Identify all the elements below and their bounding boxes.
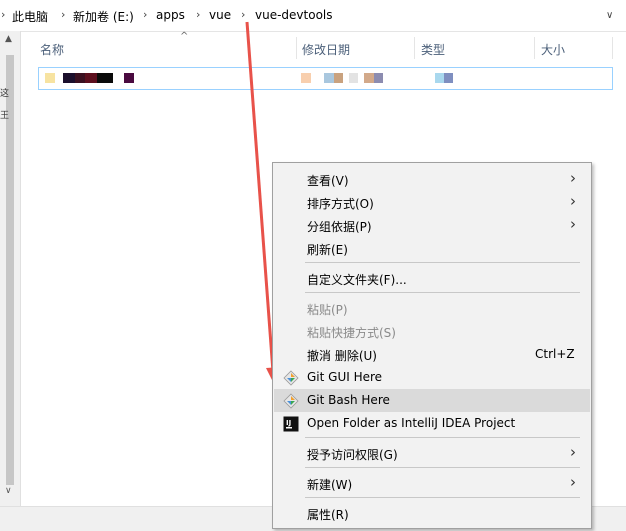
column-header-row: ^ 名称 修改日期 类型 大小: [20, 31, 626, 65]
menu-item-label: 自定义文件夹(F)...: [307, 273, 407, 287]
column-type[interactable]: 类型: [421, 41, 445, 58]
breadcrumb-drive-e[interactable]: 新加卷 (E:): [73, 8, 134, 25]
menu-separator: [305, 497, 580, 498]
breadcrumb-vue-devtools[interactable]: vue-devtools: [255, 8, 333, 22]
breadcrumb-separator[interactable]: ›: [143, 8, 147, 21]
sort-ascending-icon: ^: [180, 31, 189, 42]
menu-separator: [305, 437, 580, 438]
menu-item-grant-access[interactable]: 授予访问权限(G) ›: [274, 442, 590, 465]
column-divider[interactable]: [414, 37, 415, 59]
scroll-down-icon[interactable]: ∨: [5, 486, 12, 496]
obscured-file-name: [85, 73, 97, 83]
menu-item-properties[interactable]: 属性(R): [274, 502, 590, 525]
obscured-type: [444, 73, 453, 83]
menu-item-group[interactable]: 分组依据(P) ›: [274, 214, 590, 237]
menu-item-label: 授予访问权限(G): [307, 448, 398, 462]
file-list-item[interactable]: [38, 67, 613, 90]
obscured-file-name: [97, 73, 113, 83]
obscured-date: [364, 73, 374, 83]
menu-item-new[interactable]: 新建(W) ›: [274, 472, 590, 495]
breadcrumb-separator[interactable]: ›: [196, 8, 200, 21]
menu-item-label: 撤消 删除(U): [307, 349, 377, 363]
nav-pane-text-fragment: 王: [0, 111, 10, 121]
navigation-pane-scrollbar[interactable]: ▲ ∨: [0, 31, 21, 506]
obscured-date: [301, 73, 311, 83]
obscured-date: [334, 73, 343, 83]
menu-item-refresh[interactable]: 刷新(E): [274, 237, 590, 260]
breadcrumb-apps[interactable]: apps: [156, 8, 185, 22]
menu-item-label: Git Bash Here: [307, 393, 390, 407]
obscured-file-name: [63, 73, 75, 83]
breadcrumb-this-pc[interactable]: 此电脑: [12, 8, 48, 25]
obscured-type: [435, 73, 444, 83]
menu-item-label: 查看(V): [307, 174, 349, 188]
submenu-chevron-icon: ›: [570, 169, 576, 187]
menu-item-undo-delete[interactable]: 撤消 删除(U) Ctrl+Z: [274, 343, 590, 366]
scroll-up-icon[interactable]: ▲: [5, 34, 12, 44]
submenu-chevron-icon: ›: [570, 215, 576, 233]
intellij-idea-icon: IJ: [283, 416, 299, 432]
menu-item-label: Open Folder as IntelliJ IDEA Project: [307, 416, 516, 430]
svg-text:IJ: IJ: [286, 419, 291, 427]
menu-item-label: Git GUI Here: [307, 370, 383, 384]
context-menu: 查看(V) › 排序方式(O) › 分组依据(P) › 刷新(E) 自定义文件夹…: [272, 162, 592, 529]
address-bar[interactable]: › 此电脑 › 新加卷 (E:) › apps › vue › vue-devt…: [0, 0, 626, 32]
breadcrumb-separator[interactable]: ›: [61, 8, 65, 21]
submenu-chevron-icon: ›: [570, 473, 576, 491]
menu-separator: [305, 262, 580, 263]
address-dropdown-icon[interactable]: ∨: [606, 10, 613, 21]
menu-item-label: 新建(W): [307, 478, 353, 492]
menu-item-sort[interactable]: 排序方式(O) ›: [274, 191, 590, 214]
submenu-chevron-icon: ›: [570, 192, 576, 210]
menu-item-label: 排序方式(O): [307, 197, 374, 211]
obscured-file-name: [75, 73, 85, 83]
obscured-date: [374, 73, 383, 83]
column-modified-date[interactable]: 修改日期: [302, 41, 350, 58]
column-divider[interactable]: [534, 37, 535, 59]
menu-item-paste-shortcut: 粘贴快捷方式(S): [274, 320, 590, 343]
obscured-date: [349, 73, 358, 83]
menu-item-label: 属性(R): [307, 508, 349, 522]
column-divider[interactable]: [296, 37, 297, 59]
menu-item-git-gui[interactable]: Git GUI Here: [274, 366, 590, 389]
obscured-date: [324, 73, 334, 83]
breadcrumb-separator: ›: [1, 8, 6, 21]
menu-item-label: 刷新(E): [307, 243, 348, 257]
menu-separator: [305, 467, 580, 468]
menu-item-shortcut: Ctrl+Z: [535, 347, 575, 361]
menu-item-git-bash[interactable]: Git Bash Here: [274, 389, 590, 412]
breadcrumb-vue[interactable]: vue: [209, 8, 231, 22]
git-bash-icon: [283, 393, 299, 409]
menu-item-open-intellij[interactable]: IJ Open Folder as IntelliJ IDEA Project: [274, 412, 590, 435]
column-divider[interactable]: [612, 37, 613, 59]
column-name[interactable]: 名称: [40, 41, 64, 58]
menu-item-label: 分组依据(P): [307, 220, 372, 234]
git-gui-icon: [283, 370, 299, 386]
submenu-chevron-icon: ›: [570, 443, 576, 461]
breadcrumb-separator[interactable]: ›: [241, 8, 245, 21]
menu-item-customize-folder[interactable]: 自定义文件夹(F)...: [274, 267, 590, 290]
nav-pane-text-fragment: 这: [0, 89, 10, 99]
menu-separator: [305, 292, 580, 293]
column-size[interactable]: 大小: [541, 41, 565, 58]
menu-item-label: 粘贴(P): [307, 303, 348, 317]
menu-item-paste: 粘贴(P): [274, 297, 590, 320]
obscured-file-name: [124, 73, 134, 83]
menu-item-label: 粘贴快捷方式(S): [307, 326, 396, 340]
menu-item-view[interactable]: 查看(V) ›: [274, 168, 590, 191]
folder-icon: [45, 73, 55, 83]
